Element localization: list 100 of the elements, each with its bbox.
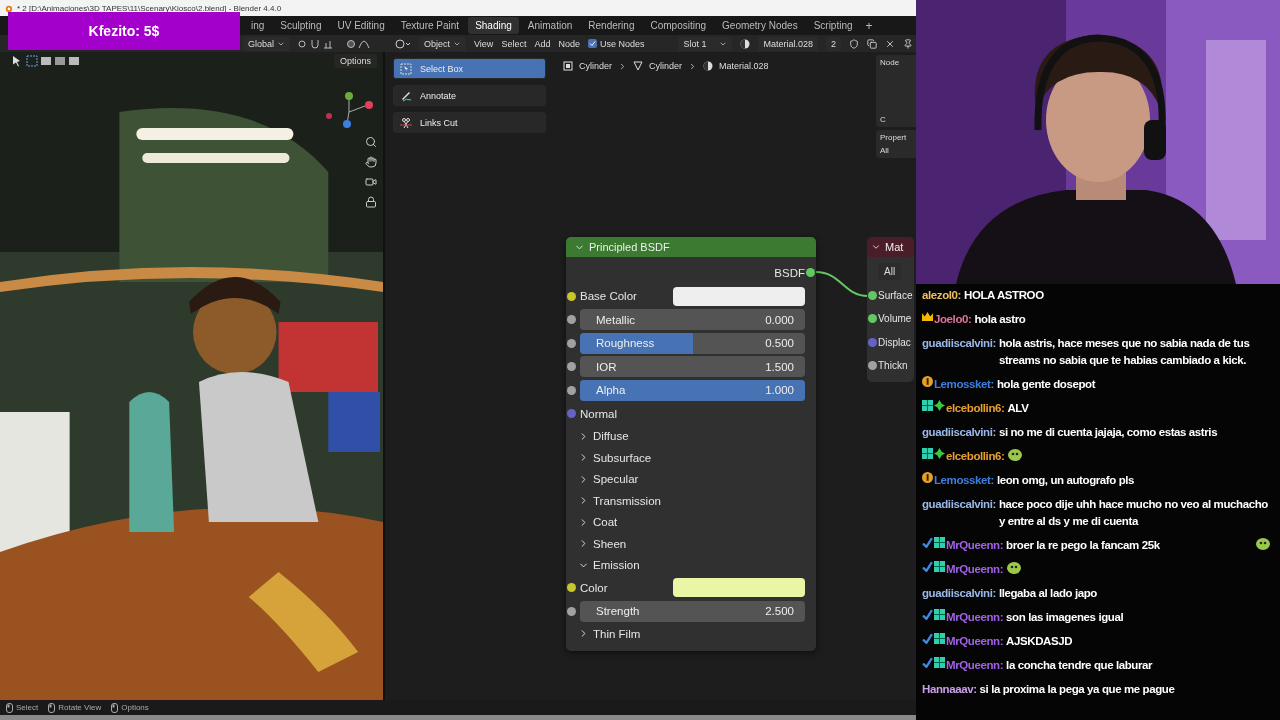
input-socket[interactable] (567, 409, 576, 418)
chat-username[interactable]: Hannaaav: (922, 681, 977, 698)
chat-username[interactable]: MrQueenn: (946, 609, 1004, 626)
workspace-tab[interactable]: Scripting (806, 17, 860, 34)
breadcrumb[interactable]: Cylinder (649, 61, 683, 71)
add-workspace-button[interactable]: + (861, 18, 877, 33)
chat-username[interactable]: Lemossket: (934, 472, 994, 489)
panel-toggle[interactable]: Specular (566, 468, 651, 490)
material-field[interactable]: Material.028 (758, 36, 818, 51)
input-socket[interactable] (567, 291, 576, 301)
status-hint: Select (6, 702, 39, 713)
chat-username[interactable]: guadiiscalvini: (922, 585, 996, 602)
close-icon[interactable] (885, 38, 895, 49)
input-socket[interactable] (868, 314, 877, 323)
copy-icon[interactable] (867, 38, 877, 49)
panel-toggle[interactable]: Coat (566, 511, 630, 533)
value-slider[interactable]: Alpha 1.000 (580, 379, 805, 401)
input-label: Normal (580, 407, 619, 420)
editor-type-icon[interactable] (395, 38, 411, 49)
input-socket[interactable] (567, 338, 576, 348)
value-slider[interactable]: Roughness 0.500 (580, 332, 805, 354)
chat-username[interactable]: guadiiscalvini: (922, 424, 996, 441)
workspace-tab[interactable]: Sculpting (273, 17, 329, 34)
workspace-tab[interactable]: ing (244, 17, 272, 34)
chat-username[interactable]: alezol0: (922, 287, 961, 304)
orientation-dropdown[interactable]: Global (243, 36, 290, 51)
pin-icon[interactable] (903, 38, 913, 49)
color-swatch[interactable] (673, 578, 805, 598)
chat-username[interactable]: guadiiscalvini: (922, 335, 996, 352)
options-dropdown[interactable]: Options (333, 54, 377, 68)
zoom-icon[interactable] (365, 136, 377, 148)
material-output-node[interactable]: Mat All Surface Volume Displac Thickn (867, 237, 914, 382)
workspace-tab[interactable]: Shading (468, 17, 519, 34)
input-socket[interactable] (567, 385, 576, 395)
use-nodes-checkbox[interactable]: Use Nodes (587, 38, 645, 49)
workspace-tab[interactable]: Texture Paint (393, 17, 467, 34)
mouse-icon (48, 702, 56, 713)
chat-username[interactable]: elcebollin6: (946, 400, 1005, 417)
slot-dropdown[interactable]: Slot 1 (678, 36, 733, 51)
chat-username[interactable]: MrQueenn: (946, 657, 1004, 674)
input-socket[interactable] (868, 361, 877, 370)
chat-username[interactable]: MrQueenn: (946, 537, 1004, 554)
chat-username[interactable]: guadiiscalvini: (922, 496, 996, 513)
breadcrumb[interactable]: Material.028 (719, 61, 769, 71)
input-socket[interactable] (567, 362, 576, 371)
scissors-icon (400, 116, 412, 129)
number-field[interactable]: IOR 1.500 (580, 356, 805, 378)
chat-username[interactable]: MrQueenn: (946, 561, 1004, 578)
input-socket[interactable] (567, 583, 576, 592)
node-title-bar[interactable]: Principled BSDF (566, 237, 816, 257)
workspace-tab[interactable]: Animation (520, 17, 580, 34)
output-socket[interactable] (806, 268, 815, 277)
workspace-tab[interactable]: Geometry Nodes (715, 17, 805, 34)
workspace-tab[interactable]: Compositing (643, 17, 714, 34)
workspace-tab[interactable]: Rendering (581, 17, 642, 34)
chat-text: llegaba al lado japo (998, 586, 1098, 601)
panel-toggle[interactable]: Transmission (566, 490, 673, 512)
principled-bsdf-node[interactable]: Principled BSDF BSDF Base Color Metallic 0.000 Roughness 0.500 IOR 1.500 Alpha 1.000 Normal Diffuse Subsurface Specular Transmission Coat Sheen Emission Color Strength 2.500 Thin Film (566, 237, 816, 651)
output-node-title-bar[interactable]: Mat (867, 237, 914, 257)
mode-dropdown[interactable]: Object (419, 36, 466, 51)
menu-item[interactable]: Node (558, 38, 580, 49)
chat-username[interactable]: elcebollin6: (946, 448, 1005, 465)
panel-label[interactable]: C (880, 115, 912, 124)
tool-button[interactable]: Annotate (393, 85, 546, 106)
lock-icon[interactable] (365, 196, 377, 208)
tool-button[interactable]: Links Cut (393, 112, 546, 133)
hand-icon[interactable] (365, 156, 377, 168)
panel-header[interactable]: Node (880, 58, 912, 67)
panel-toggle[interactable]: Emission (566, 554, 652, 576)
camera-icon[interactable] (365, 176, 377, 188)
chat-username[interactable]: Joelo0: (934, 311, 972, 328)
donation-alert: Kfezito: 5$ (8, 12, 240, 50)
proportional-icon[interactable] (346, 38, 370, 49)
triangle-icon (633, 61, 643, 71)
number-field[interactable]: Strength 2.500 (580, 600, 805, 622)
panel-header[interactable]: Propert (880, 133, 912, 142)
breadcrumb[interactable]: Cylinder (579, 61, 612, 71)
panel-toggle[interactable]: Thin Film (566, 623, 653, 645)
chat-username[interactable]: Lemossket: (934, 376, 994, 393)
input-socket[interactable] (868, 337, 877, 347)
menu-item[interactable]: Select (501, 38, 527, 49)
target-dropdown[interactable]: All (878, 263, 902, 281)
panel-toggle[interactable]: Sheen (566, 533, 639, 555)
filter-dropdown[interactable]: All (880, 146, 912, 155)
panel-toggle[interactable]: Subsurface (566, 447, 664, 469)
workspace-tab[interactable]: UV Editing (330, 17, 392, 34)
cursor-tool-icon[interactable] (10, 55, 22, 67)
input-socket[interactable] (868, 290, 877, 300)
menu-item[interactable]: Add (534, 38, 551, 49)
sphere-icon[interactable] (740, 38, 751, 49)
menu-item[interactable]: View (474, 38, 494, 49)
input-socket[interactable] (567, 315, 576, 324)
value-slider[interactable]: Metallic 0.000 (580, 309, 805, 331)
panel-toggle[interactable]: Diffuse (566, 425, 641, 447)
user-count[interactable]: 2 (826, 36, 841, 51)
color-swatch[interactable] (673, 286, 805, 306)
tool-button[interactable]: Select Box (393, 58, 546, 79)
chat-username[interactable]: MrQueenn: (946, 633, 1004, 650)
shield-icon[interactable] (849, 38, 859, 49)
input-socket[interactable] (567, 606, 576, 616)
